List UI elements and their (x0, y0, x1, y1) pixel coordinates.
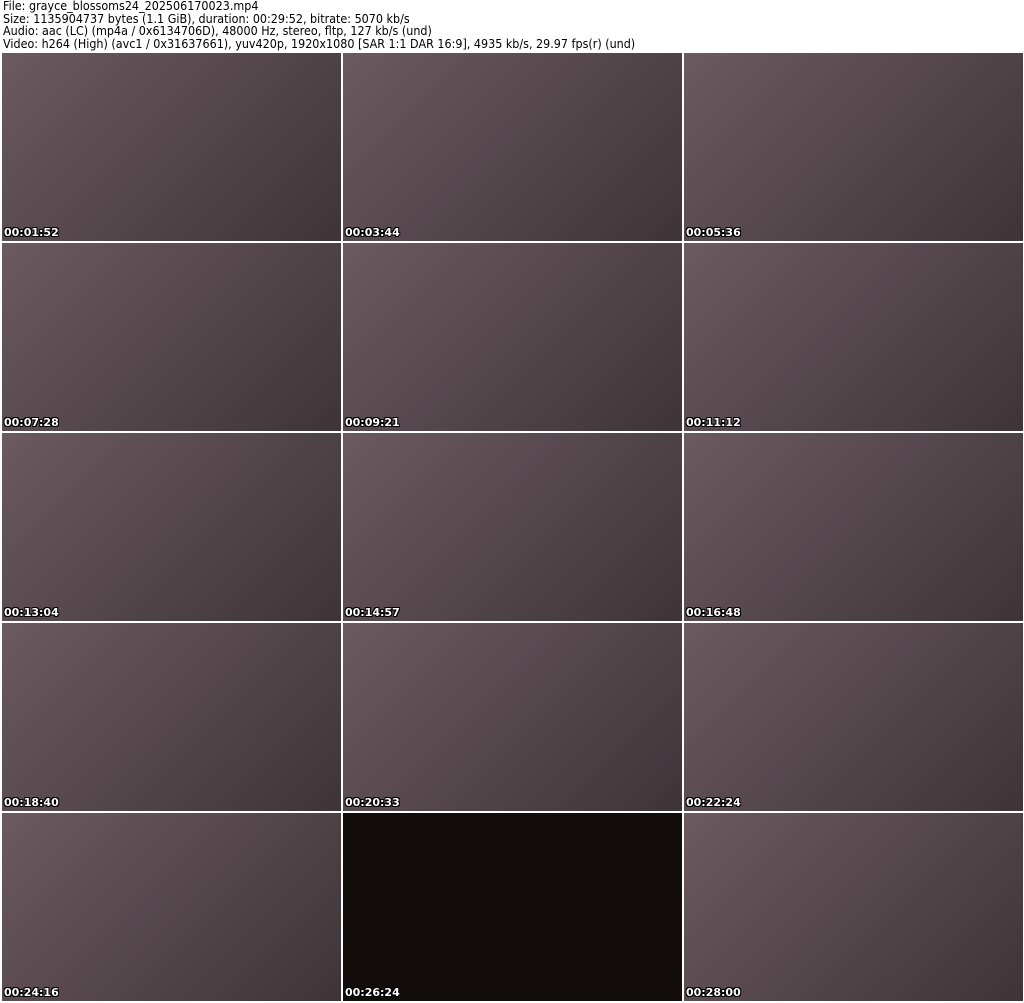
thumbnail-timestamp: 00:16:48 (686, 606, 741, 619)
video-thumbnail: 00:24:16 (2, 813, 341, 1001)
video-thumbnail: 00:07:28 (2, 243, 341, 431)
video-thumbnail: 00:11:12 (684, 243, 1023, 431)
video-thumbnail: 00:22:24 (684, 623, 1023, 811)
thumbnail-timestamp: 00:22:24 (686, 796, 741, 809)
thumbnail-timestamp: 00:28:00 (686, 986, 741, 999)
video-thumbnail: 00:26:24 (343, 813, 682, 1001)
thumbnail-timestamp: 00:18:40 (4, 796, 59, 809)
thumbnail-timestamp: 00:09:21 (345, 416, 400, 429)
video-thumbnail: 00:05:36 (684, 53, 1023, 241)
thumbnail-timestamp: 00:05:36 (686, 226, 741, 239)
video-thumbnail: 00:01:52 (2, 53, 341, 241)
video-thumbnail: 00:03:44 (343, 53, 682, 241)
thumbnail-timestamp: 00:13:04 (4, 606, 59, 619)
file-info-header: File: grayce_blossoms24_202506170023.mp4… (3, 0, 635, 50)
thumbnail-timestamp: 00:11:12 (686, 416, 741, 429)
audio-info: Audio: aac (LC) (mp4a / 0x6134706D), 480… (3, 24, 432, 38)
thumbnail-timestamp: 00:01:52 (4, 226, 59, 239)
video-info: Video: h264 (High) (avc1 / 0x31637661), … (3, 36, 636, 51)
thumbnail-timestamp: 00:26:24 (345, 986, 400, 999)
thumbnail-timestamp: 00:20:33 (345, 796, 400, 809)
thumbnail-timestamp: 00:14:57 (345, 606, 400, 619)
file-name: File: grayce_blossoms24_202506170023.mp4 (3, 0, 259, 13)
video-thumbnail: 00:20:33 (343, 623, 682, 811)
video-thumbnail: 00:28:00 (684, 813, 1023, 1001)
thumbnail-timestamp: 00:03:44 (345, 226, 400, 239)
video-thumbnail: 00:14:57 (343, 433, 682, 621)
thumbnail-timestamp: 00:07:28 (4, 416, 59, 429)
video-thumbnail: 00:13:04 (2, 433, 341, 621)
thumbnail-grid: 00:01:52 00:03:44 00:05:36 00:07:28 00:09:21… (2, 53, 1023, 1001)
video-thumbnail: 00:18:40 (2, 623, 341, 811)
thumbnail-timestamp: 00:24:16 (4, 986, 59, 999)
video-thumbnail: 00:16:48 (684, 433, 1023, 621)
video-thumbnail: 00:09:21 (343, 243, 682, 431)
